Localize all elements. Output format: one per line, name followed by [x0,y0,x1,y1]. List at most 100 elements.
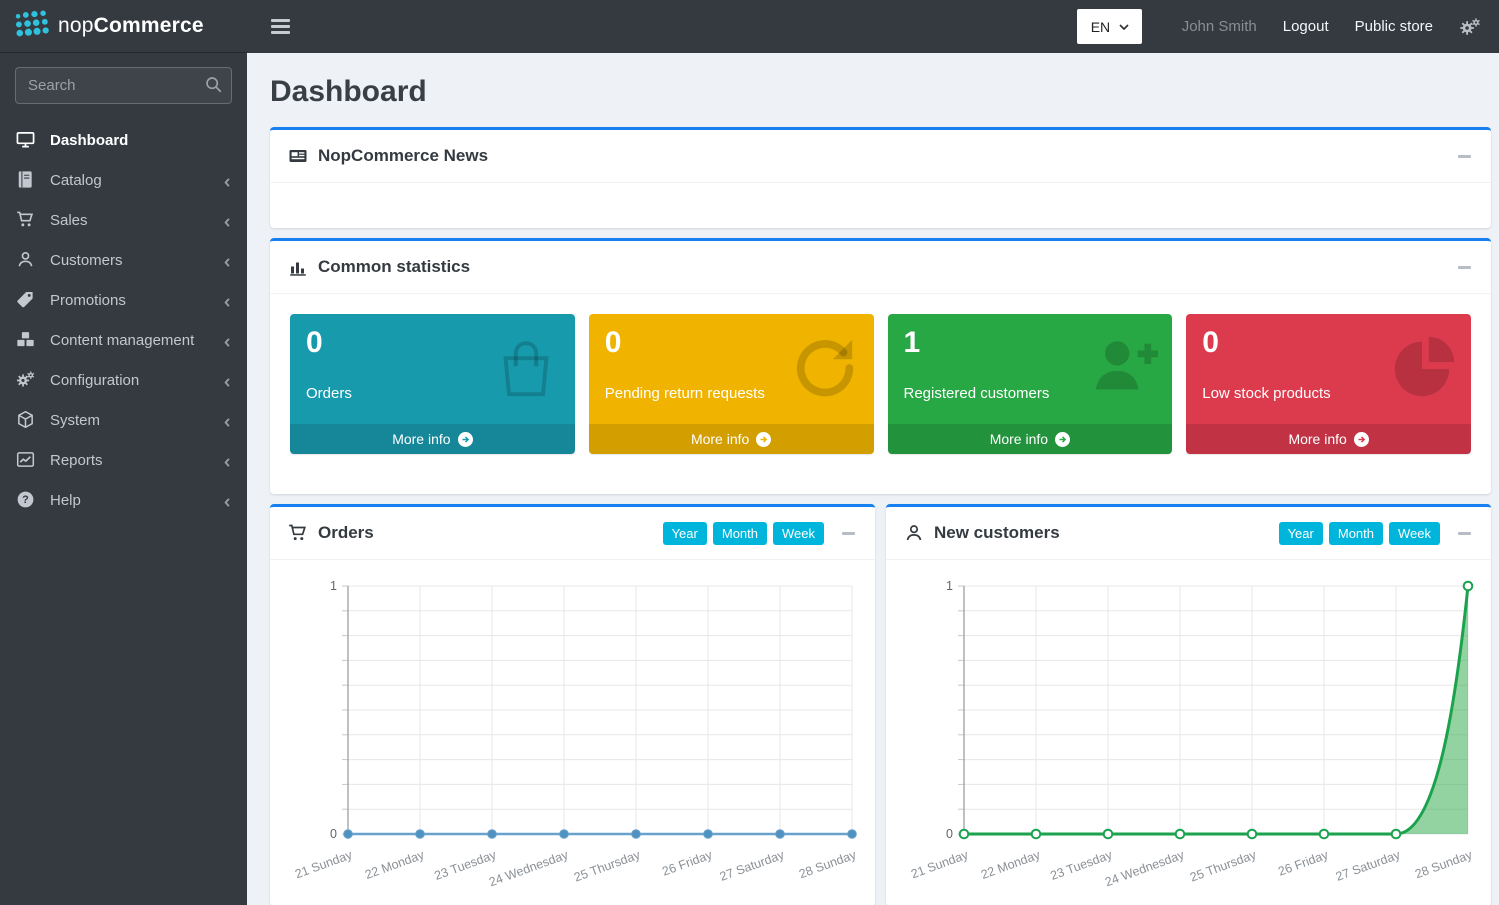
customers-month-button[interactable]: Month [1329,522,1383,545]
search-icon[interactable] [204,75,223,94]
search-input[interactable] [15,67,232,104]
customers-year-button[interactable]: Year [1279,522,1323,545]
cubes-icon [16,330,38,350]
public-store-link[interactable]: Public store [1355,18,1433,35]
customers-panel-title: New customers [934,523,1060,543]
question-icon: ? [16,490,38,510]
statistics-panel-title: Common statistics [318,257,470,277]
arrow-circle-right-icon [756,432,771,447]
user-icon [904,523,924,543]
statistics-panel-header: Common statistics [270,241,1491,293]
nopcommerce-logo[interactable]: nopCommerce [0,0,247,53]
user-icon [16,250,38,270]
cube-icon [16,410,38,430]
sidebar-item-configuration[interactable]: Configuration [0,360,247,400]
orders-week-button[interactable]: Week [773,522,824,545]
chart-line-icon [16,450,38,470]
orders-chart-panel: Orders Year Month Week 0121 Sunday22 Mon… [270,504,875,905]
orders-month-button[interactable]: Month [713,522,767,545]
logout-link[interactable]: Logout [1283,18,1329,35]
sidebar-item-catalog[interactable]: Catalog [0,160,247,200]
content: Dashboard NopCommerce News Common statis… [247,53,1499,905]
svg-text:1: 1 [330,579,337,593]
sidebar-item-customers[interactable]: Customers [0,240,247,280]
collapse-icon[interactable] [842,525,857,541]
more-info-label: More info [392,431,450,447]
sidebar-item-system[interactable]: System [0,400,247,440]
more-info-link[interactable]: More info [1186,424,1471,454]
cart-icon [288,523,308,543]
arrow-circle-right-icon [1055,432,1070,447]
sidebar-item-label: Customers [50,252,222,269]
svg-text:28 Sunday: 28 Sunday [1413,847,1475,881]
sidebar-menu: Dashboard Catalog Sales Customers Promot… [0,114,247,520]
language-value: EN [1091,19,1110,35]
collapse-icon[interactable] [1458,525,1473,541]
svg-text:26 Friday: 26 Friday [1276,847,1330,878]
sidebar-item-promotions[interactable]: Promotions [0,280,247,320]
collapse-icon[interactable] [1458,148,1473,164]
sidebar: nopCommerce Dashboard Catalog Sales [0,0,247,905]
chevron-left-icon [222,415,233,426]
chevron-left-icon [222,495,233,506]
logo-text: nopCommerce [58,14,204,38]
settings-gears-icon[interactable] [1459,17,1481,37]
chevron-left-icon [222,455,233,466]
chevron-left-icon [222,335,233,346]
chevron-left-icon [222,295,233,306]
svg-text:22 Monday: 22 Monday [979,847,1043,882]
more-info-link[interactable]: More info [589,424,874,454]
stat-card-orders: 0 Orders More info [290,314,575,454]
sidebar-item-reports[interactable]: Reports [0,440,247,480]
sidebar-item-label: Promotions [50,292,222,309]
charts-row: Orders Year Month Week 0121 Sunday22 Mon… [270,504,1491,905]
more-info-link[interactable]: More info [290,424,575,454]
svg-text:24 Wednesday: 24 Wednesday [1103,847,1187,889]
app-window: nopCommerce Dashboard Catalog Sales [0,0,1499,905]
chevron-left-icon [222,255,233,266]
stat-label: Low stock products [1202,385,1455,402]
sidebar-item-label: System [50,412,222,429]
collapse-icon[interactable] [1458,259,1473,275]
language-select[interactable]: EN [1077,9,1142,44]
new-customers-chart-panel: New customers Year Month Week 0121 Sunda… [886,504,1491,905]
customers-week-button[interactable]: Week [1389,522,1440,545]
desktop-icon [16,130,38,150]
svg-text:22 Monday: 22 Monday [363,847,427,882]
svg-text:27 Saturday: 27 Saturday [718,847,787,883]
svg-text:27 Saturday: 27 Saturday [1334,847,1403,883]
more-info-link[interactable]: More info [888,424,1173,454]
book-icon [16,170,38,190]
more-info-label: More info [691,431,749,447]
svg-text:25 Thursday: 25 Thursday [572,847,643,884]
orders-chart: 0121 Sunday22 Monday23 Tuesday24 Wednesd… [280,566,865,905]
common-statistics-panel: Common statistics 0 Orders More info [270,238,1491,494]
sidebar-item-label: Dashboard [50,132,233,149]
svg-text:21 Sunday: 21 Sunday [909,847,971,881]
orders-year-button[interactable]: Year [663,522,707,545]
svg-text:21 Sunday: 21 Sunday [293,847,355,881]
new-customers-chart: 0121 Sunday22 Monday23 Tuesday24 Wednesd… [896,566,1481,905]
sidebar-item-sales[interactable]: Sales [0,200,247,240]
svg-text:28 Sunday: 28 Sunday [797,847,859,881]
sidebar-item-help[interactable]: ? Help [0,480,247,520]
stat-card-pending-returns: 0 Pending return requests More info [589,314,874,454]
stat-label: Registered customers [904,385,1157,402]
customers-panel-header: New customers Year Month Week [886,507,1491,559]
svg-text:1: 1 [946,579,953,593]
news-panel-header: NopCommerce News [270,130,1491,182]
orders-chart-body: 0121 Sunday22 Monday23 Tuesday24 Wednesd… [270,559,875,905]
svg-text:24 Wednesday: 24 Wednesday [487,847,571,889]
statistics-cards: 0 Orders More info 0 Pending return requ… [270,293,1491,494]
sidebar-item-label: Catalog [50,172,222,189]
news-panel: NopCommerce News [270,127,1491,228]
hamburger-menu-icon[interactable] [271,19,290,34]
orders-panel-title: Orders [318,523,374,543]
more-info-label: More info [1288,431,1346,447]
sidebar-item-content-management[interactable]: Content management [0,320,247,360]
sidebar-item-label: Content management [50,332,222,349]
bar-chart-icon [288,257,308,277]
sidebar-item-dashboard[interactable]: Dashboard [0,120,247,160]
chevron-left-icon [222,375,233,386]
chevron-down-icon [1119,24,1129,30]
